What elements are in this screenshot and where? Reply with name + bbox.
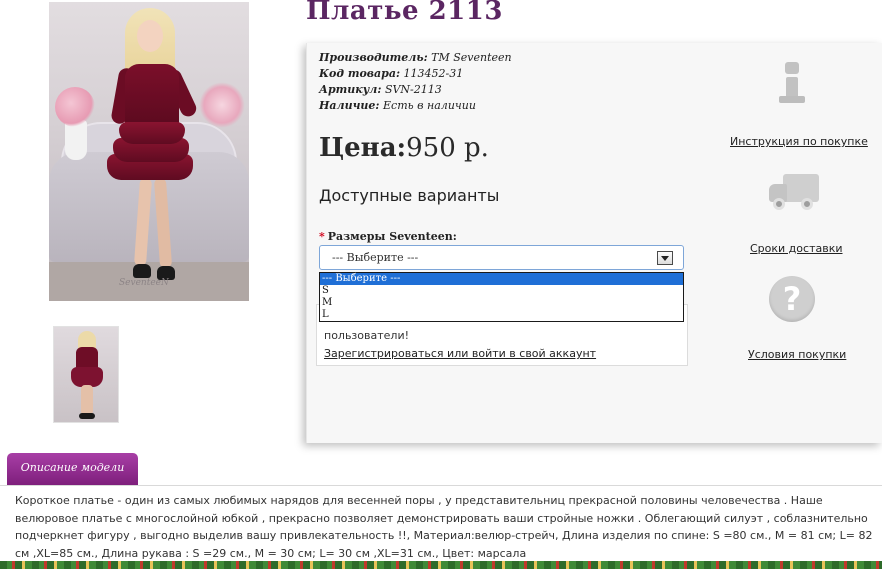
info-icon-base <box>779 96 805 103</box>
product-price: Цена:950 р. <box>319 133 489 163</box>
delivery-terms-link[interactable]: Сроки доставки <box>750 242 843 255</box>
model-shoe-left <box>133 264 151 278</box>
size-option-l[interactable]: L <box>320 309 683 321</box>
variants-heading: Доступные варианты <box>319 186 500 205</box>
size-option-placeholder[interactable]: --- Выберите --- <box>320 273 683 285</box>
register-login-link[interactable]: Зарегистрироваться или войти в свой акка… <box>324 347 596 360</box>
size-select-value: --- Выберите --- <box>332 251 419 264</box>
purchase-conditions-link[interactable]: Условия покупки <box>748 348 846 361</box>
truck-icon-box <box>783 174 819 202</box>
dress-bodice <box>125 64 179 126</box>
meta-sku: Артикул: SVN-2113 <box>319 83 442 96</box>
required-mark: * <box>319 230 325 243</box>
question-icon[interactable]: ? <box>769 276 815 322</box>
thumb-model-legs <box>81 385 93 415</box>
description-divider <box>0 485 882 486</box>
meta-availability: Наличие: Есть в наличии <box>319 99 476 112</box>
size-dropdown-list[interactable]: --- Выберите --- S M L <box>319 272 684 322</box>
product-main-image[interactable]: SeventeeN <box>49 2 249 301</box>
price-label: Цена: <box>319 133 407 163</box>
photo-watermark: SeventeeN <box>119 278 169 288</box>
product-meta: Производитель: TM Seventeen Код товара: … <box>319 50 512 114</box>
thumb-model-shoes <box>79 413 95 419</box>
register-notice-text: пользователи! <box>324 329 410 342</box>
chevron-down-icon[interactable] <box>657 251 673 265</box>
truck-icon-wheel <box>773 198 785 210</box>
purchase-instruction-link[interactable]: Инструкция по покупке <box>730 135 868 148</box>
photo-flowers-right <box>199 82 245 128</box>
description-text: Короткое платье - один из самых любимых … <box>15 494 873 560</box>
size-option-m[interactable]: M <box>320 297 683 309</box>
meta-product-code: Код товара: 113452-31 <box>319 67 464 80</box>
thumb-dress-top <box>76 347 98 369</box>
truck-icon-wheel <box>801 198 813 210</box>
product-title: Платье 2113 <box>306 0 503 26</box>
thumb-dress-skirt <box>71 367 103 387</box>
model-face <box>137 20 163 52</box>
dress-ruffle <box>119 122 185 144</box>
truck-icon[interactable] <box>769 172 821 214</box>
info-icon-dot <box>785 62 799 74</box>
size-option-s[interactable]: S <box>320 285 683 297</box>
product-thumbnail[interactable] <box>53 326 119 423</box>
tab-description[interactable]: Описание модели <box>7 453 138 485</box>
price-value: 950 р. <box>406 133 489 163</box>
size-label: * Размеры Seventeen: <box>319 230 457 243</box>
meta-manufacturer: Производитель: TM Seventeen <box>319 51 512 64</box>
info-icon[interactable] <box>777 62 807 104</box>
photo-flowers-left <box>55 87 95 127</box>
decorative-garland <box>0 561 882 569</box>
size-select[interactable]: --- Выберите --- <box>319 245 684 270</box>
